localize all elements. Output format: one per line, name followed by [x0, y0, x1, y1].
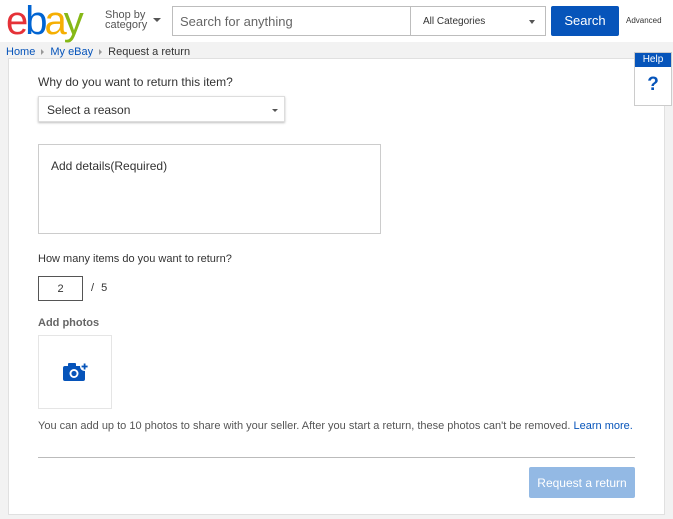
camera-add-icon — [63, 362, 89, 381]
quantity-field[interactable] — [38, 276, 83, 301]
question-mark-icon: ? — [647, 74, 659, 95]
quantity-question: How many items do you want to return? — [38, 253, 232, 265]
shop-by-category-button[interactable]: Shop by category — [105, 10, 161, 31]
details-textarea[interactable] — [39, 145, 380, 233]
logo-letter-a: a — [44, 0, 67, 43]
quantity-separator: / — [91, 282, 95, 294]
divider — [38, 457, 635, 458]
breadcrumb: Home My eBay Request a return — [6, 45, 190, 59]
breadcrumb-home[interactable]: Home — [6, 46, 35, 58]
advanced-search-link[interactable]: Advanced — [626, 16, 662, 25]
chevron-down-icon — [529, 20, 535, 24]
chevron-down-icon — [153, 18, 161, 22]
request-return-button[interactable]: Request a return — [529, 467, 635, 498]
add-photo-button[interactable] — [38, 335, 112, 409]
category-select[interactable]: All Categories — [410, 6, 546, 36]
quantity-input[interactable] — [39, 277, 82, 300]
add-photos-label: Add photos — [38, 317, 100, 329]
category-select-value: All Categories — [423, 16, 486, 27]
logo-letter-b: b — [25, 0, 47, 43]
details-field[interactable] — [38, 144, 381, 234]
quantity-max: 5 — [101, 282, 108, 294]
learn-more-link[interactable]: Learn more. — [574, 420, 633, 432]
reason-dropdown-value: Select a reason — [47, 103, 131, 117]
search-input[interactable] — [173, 7, 410, 35]
quantity-total: / 5 — [91, 282, 107, 294]
search-button[interactable]: Search — [551, 6, 619, 36]
ebay-logo[interactable]: ebay — [6, 0, 84, 43]
reason-question: Why do you want to return this item? — [38, 75, 233, 89]
search-field[interactable] — [172, 6, 410, 36]
photo-note: You can add up to 10 photos to share wit… — [38, 420, 633, 432]
breadcrumb-chevron-icon — [41, 48, 45, 55]
photo-note-text: You can add up to 10 photos to share wit… — [38, 420, 571, 432]
reason-dropdown[interactable]: Select a reason — [38, 96, 285, 122]
logo-letter-y: y — [63, 0, 84, 43]
breadcrumb-current: Request a return — [108, 46, 191, 58]
breadcrumb-chevron-icon — [99, 48, 103, 55]
breadcrumb-my-ebay[interactable]: My eBay — [50, 46, 93, 58]
site-header: ebay Shop by category All Categories Sea… — [0, 0, 673, 42]
logo-letter-e: e — [6, 0, 28, 43]
help-label: Help — [635, 53, 671, 67]
help-tab[interactable]: Help ? — [634, 52, 672, 106]
chevron-down-icon — [272, 109, 278, 112]
